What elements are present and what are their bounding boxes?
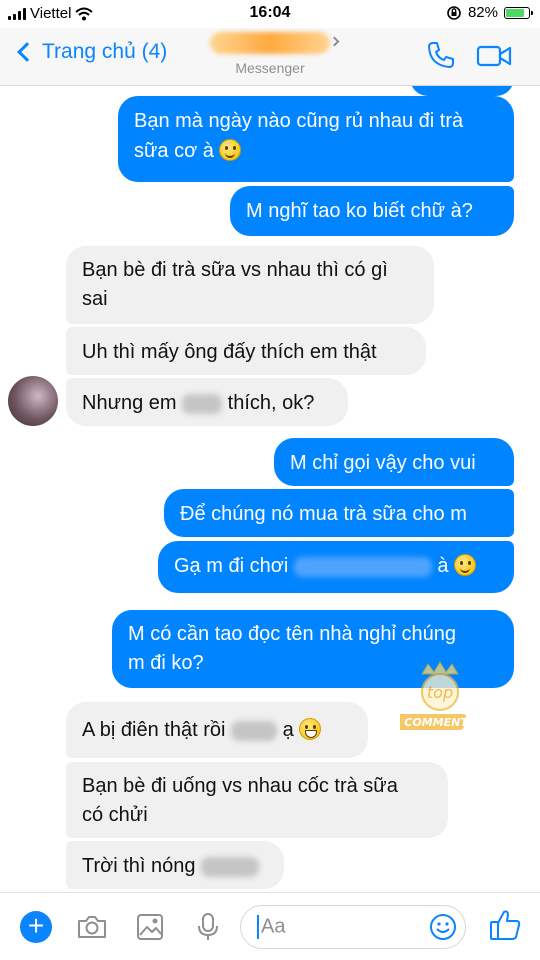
message-text: M chỉ gọi vậy cho vui (290, 452, 476, 474)
message-bubble[interactable]: Bạn bè đi trà sữa vs nhau thì có gì sai (66, 246, 434, 324)
message-text: sữa cơ à (134, 140, 214, 162)
contact-name-redacted (210, 32, 330, 54)
redacted-text (182, 393, 223, 414)
chevron-right-icon (329, 36, 340, 47)
message-bubble[interactable]: Để chúng nó mua trà sữa cho m (164, 489, 514, 537)
message-bubble[interactable]: Gạ m đi chơi à (158, 541, 514, 593)
message-bubble[interactable]: Nhưng em thích, ok? (66, 378, 348, 426)
smile-emoji-icon (454, 554, 477, 576)
message-bubble-partial (410, 86, 514, 96)
message-bubble[interactable]: M chỉ gọi vậy cho vui (274, 438, 514, 486)
camera-icon[interactable] (76, 911, 108, 943)
message-text: Gạ m đi chơi (174, 555, 289, 577)
message-text: Nhưng em (82, 392, 177, 414)
message-bubble[interactable]: Bạn mà ngày nào cũng rủ nhau đi trà sữa … (118, 96, 514, 182)
message-thread[interactable]: Bạn mà ngày nào cũng rủ nhau đi trà sữa … (0, 86, 540, 892)
top-comments-watermark: top COMMENTS (400, 661, 476, 730)
message-text: Trời thì nóng (82, 855, 196, 877)
message-line: sai (82, 288, 108, 310)
message-line: Bạn bè đi trà sữa vs nhau thì có gì (82, 259, 388, 281)
message-bubble[interactable]: Trời thì nóng (66, 841, 284, 889)
microphone-icon[interactable] (192, 911, 224, 943)
chevron-left-icon (17, 42, 37, 62)
contact-subtitle: Messenger (235, 60, 305, 76)
message-line: sữa cơ à (134, 136, 498, 166)
nav-bar: Trang chủ (4) Messenger (0, 28, 540, 86)
watermark-brand-text: COMMENTS (404, 716, 476, 729)
phone-icon[interactable] (426, 40, 456, 70)
message-text: à (437, 555, 449, 577)
orientation-lock-icon (447, 5, 461, 20)
image-icon[interactable] (134, 911, 166, 943)
grin-emoji-icon (299, 718, 322, 740)
redacted-text (293, 556, 432, 577)
redacted-text (231, 720, 277, 741)
contact-header[interactable]: Messenger (200, 32, 340, 76)
message-bubble[interactable]: A bị điên thật rồi ạ (66, 702, 368, 758)
video-camera-icon[interactable] (476, 44, 512, 68)
back-button[interactable]: Trang chủ (4) (14, 40, 167, 64)
message-text: Uh thì mấy ông đấy thích em thật (82, 341, 377, 363)
message-text: M nghĩ tao ko biết chữ à? (246, 200, 473, 222)
plus-icon[interactable]: + (20, 911, 52, 943)
smile-emoji-icon (219, 139, 242, 161)
input-placeholder: Aa (261, 915, 286, 938)
status-bar: Viettel 16:04 82% (0, 0, 540, 28)
message-bubble[interactable]: Bạn bè đi uống vs nhau cốc trà sữa có ch… (66, 762, 448, 838)
status-right: 82% (446, 4, 533, 21)
emoji-icon[interactable] (429, 913, 457, 941)
back-label: Trang chủ (4) (42, 40, 168, 63)
message-line: M có cần tao đọc tên nhà nghỉ chúng (128, 623, 457, 645)
battery-fill (506, 8, 525, 17)
text-caret (257, 915, 259, 939)
message-bubble[interactable]: Uh thì mấy ông đấy thích em thật (66, 327, 426, 375)
message-line: Bạn mà ngày nào cũng rủ nhau đi trà (134, 110, 464, 132)
battery-percent: 82% (467, 4, 498, 21)
message-bubble[interactable]: M nghĩ tao ko biết chữ à? (230, 186, 514, 236)
message-line: có chửi (82, 804, 148, 826)
composer-bar: + Aa (0, 892, 540, 960)
message-line: Bạn bè đi uống vs nhau cốc trà sữa (82, 775, 398, 797)
message-input[interactable]: Aa (240, 905, 466, 949)
message-text: thích, ok? (227, 392, 315, 414)
message-text: Để chúng nó mua trà sữa cho m (180, 503, 467, 525)
contact-avatar[interactable] (8, 376, 58, 426)
battery-icon (504, 6, 533, 19)
message-text: A bị điên thật rồi (82, 719, 226, 741)
thumbs-up-icon[interactable] (488, 907, 522, 943)
watermark-top-text: top (427, 683, 453, 702)
message-text: ạ (282, 719, 294, 741)
redacted-text (201, 856, 260, 877)
